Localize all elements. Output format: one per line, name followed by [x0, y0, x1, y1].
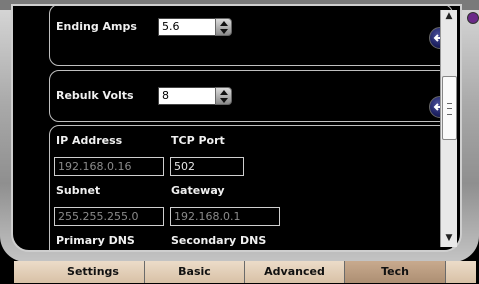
tab-bar-left-cap [14, 261, 43, 283]
tab-bar: Settings Basic Advanced Tech [14, 261, 476, 283]
gateway-label: Gateway [171, 184, 225, 197]
gateway-field[interactable]: 192.168.0.1 [170, 207, 280, 226]
subnet-field[interactable]: 255.255.255.0 [54, 207, 164, 226]
scroll-thumb[interactable] [442, 76, 457, 140]
spin-down-icon[interactable] [220, 98, 228, 103]
ending-amps-spinner[interactable]: 5.6 [158, 18, 233, 36]
subnet-label: Subnet [56, 184, 101, 197]
ending-amps-spin-buttons[interactable] [215, 18, 232, 36]
rebulk-volts-label: Rebulk Volts [56, 89, 134, 102]
primary-dns-label: Primary DNS [56, 234, 135, 247]
network-panel: IP Address TCP Port 192.168.0.16 502 Sub… [49, 125, 453, 250]
rebulk-volts-panel: Rebulk Volts 8 [49, 70, 453, 122]
secondary-dns-label: Secondary DNS [171, 234, 267, 247]
tab-settings[interactable]: Settings [42, 261, 145, 283]
ending-amps-label: Ending Amps [56, 20, 137, 33]
spin-up-icon[interactable] [220, 90, 228, 95]
scroll-down-icon[interactable]: ▼ [441, 232, 457, 245]
tab-advanced[interactable]: Advanced [245, 261, 345, 283]
tcp-port-field[interactable]: 502 [170, 157, 244, 176]
thumb-grip-icon [447, 103, 452, 115]
tcp-port-label: TCP Port [171, 134, 225, 147]
ending-amps-panel: Ending Amps 5.6 [49, 6, 453, 66]
settings-screen: Ending Amps 5.6 Rebulk Volts 8 IP Addres… [11, 4, 462, 252]
scroll-up-icon[interactable]: ▲ [441, 10, 457, 23]
spin-up-icon[interactable] [220, 21, 228, 26]
rebulk-volts-spinner[interactable]: 8 [158, 87, 233, 105]
spin-down-icon[interactable] [220, 29, 228, 34]
rebulk-volts-spin-buttons[interactable] [215, 87, 232, 105]
ip-address-label: IP Address [56, 134, 123, 147]
rebulk-volts-input[interactable]: 8 [158, 87, 217, 105]
vertical-scrollbar[interactable]: ▲ ▼ [440, 10, 457, 247]
tab-basic[interactable]: Basic [145, 261, 245, 283]
ip-address-field[interactable]: 192.168.0.16 [54, 157, 164, 176]
tab-bar-right-cap [446, 261, 476, 283]
ending-amps-input[interactable]: 5.6 [158, 18, 217, 36]
status-indicator-icon [467, 12, 479, 24]
tab-tech[interactable]: Tech [345, 261, 446, 283]
